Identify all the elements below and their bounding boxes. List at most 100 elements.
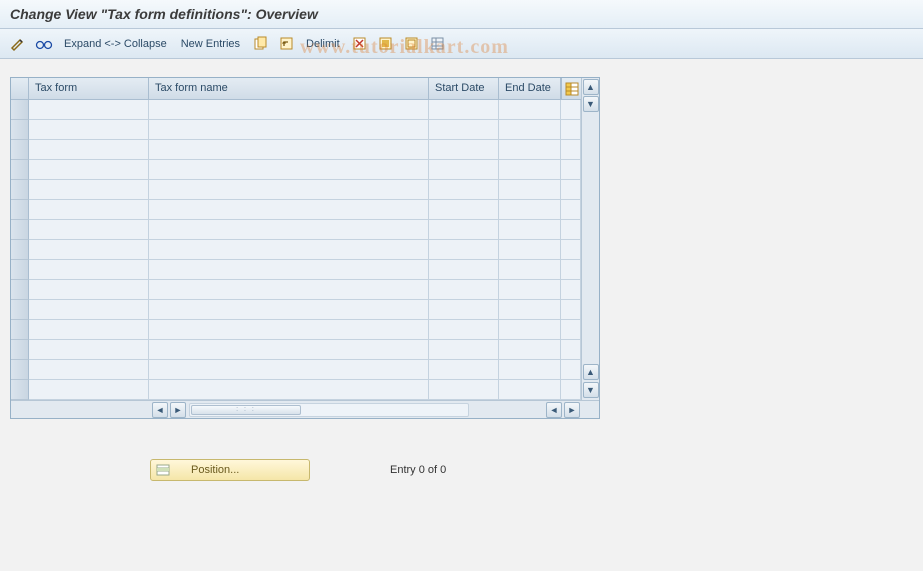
hscroll-thumb[interactable]: : : : <box>191 405 301 415</box>
row-selector[interactable] <box>11 240 29 260</box>
table-cell[interactable] <box>499 200 561 220</box>
table-row[interactable] <box>29 200 581 220</box>
delete-icon[interactable] <box>350 34 370 54</box>
table-row[interactable] <box>29 140 581 160</box>
row-selector[interactable] <box>11 360 29 380</box>
table-row[interactable] <box>29 300 581 320</box>
table-row[interactable] <box>29 360 581 380</box>
table-cell[interactable] <box>499 360 561 380</box>
table-row[interactable] <box>29 160 581 180</box>
scroll-up-icon[interactable]: ▲ <box>583 79 599 95</box>
scroll-right-icon[interactable]: ► <box>564 402 580 418</box>
table-cell[interactable] <box>149 200 429 220</box>
select-all-icon[interactable] <box>376 34 396 54</box>
deselect-all-icon[interactable] <box>402 34 422 54</box>
row-selector[interactable] <box>11 100 29 120</box>
table-cell[interactable] <box>149 140 429 160</box>
table-cell[interactable] <box>29 120 149 140</box>
table-cell[interactable] <box>149 160 429 180</box>
table-cell[interactable] <box>29 320 149 340</box>
row-selector[interactable] <box>11 280 29 300</box>
table-cell[interactable] <box>29 180 149 200</box>
table-cell[interactable] <box>149 180 429 200</box>
row-selector[interactable] <box>11 260 29 280</box>
table-cell[interactable] <box>29 300 149 320</box>
table-cell[interactable] <box>429 120 499 140</box>
glasses-icon[interactable] <box>34 34 54 54</box>
table-row[interactable] <box>29 220 581 240</box>
table-cell[interactable] <box>429 220 499 240</box>
table-cell[interactable] <box>429 100 499 120</box>
table-cell[interactable] <box>149 340 429 360</box>
table-cell[interactable] <box>499 140 561 160</box>
table-cell[interactable] <box>429 180 499 200</box>
table-settings-icon[interactable] <box>561 78 581 100</box>
table-row[interactable] <box>29 280 581 300</box>
table-cell[interactable] <box>499 160 561 180</box>
table-cell[interactable] <box>149 260 429 280</box>
table-cell[interactable] <box>429 340 499 360</box>
table-cell[interactable] <box>429 280 499 300</box>
table-row[interactable] <box>29 180 581 200</box>
hscroll-track[interactable]: : : : <box>189 403 469 417</box>
table-cell[interactable] <box>149 380 429 400</box>
table-cell[interactable] <box>149 100 429 120</box>
table-cell[interactable] <box>499 280 561 300</box>
table-cell[interactable] <box>29 260 149 280</box>
table-cell[interactable] <box>29 160 149 180</box>
row-selector[interactable] <box>11 220 29 240</box>
table-row[interactable] <box>29 240 581 260</box>
table-cell[interactable] <box>29 200 149 220</box>
row-selector[interactable] <box>11 160 29 180</box>
delimit-button[interactable]: Delimit <box>302 38 344 50</box>
table-cell[interactable] <box>499 300 561 320</box>
toggle-edit-icon[interactable] <box>8 34 28 54</box>
col-header-tax-form[interactable]: Tax form <box>29 78 149 100</box>
table-cell[interactable] <box>149 220 429 240</box>
table-row[interactable] <box>29 320 581 340</box>
scroll-left-icon[interactable]: ◄ <box>152 402 168 418</box>
new-entries-button[interactable]: New Entries <box>177 38 244 50</box>
row-selector[interactable] <box>11 140 29 160</box>
row-selector-header[interactable] <box>11 78 29 100</box>
table-row[interactable] <box>29 260 581 280</box>
table-cell[interactable] <box>429 160 499 180</box>
expand-collapse-button[interactable]: Expand <-> Collapse <box>60 38 171 50</box>
table-cell[interactable] <box>149 120 429 140</box>
table-cell[interactable] <box>499 380 561 400</box>
table-cell[interactable] <box>29 380 149 400</box>
table-cell[interactable] <box>429 200 499 220</box>
row-selector[interactable] <box>11 320 29 340</box>
table-cell[interactable] <box>499 100 561 120</box>
col-header-end-date[interactable]: End Date <box>499 78 561 100</box>
table-cell[interactable] <box>499 220 561 240</box>
table-cell[interactable] <box>149 280 429 300</box>
row-selector[interactable] <box>11 300 29 320</box>
table-cell[interactable] <box>29 340 149 360</box>
vertical-scrollbar[interactable]: ▲ ▼ ▲ ▼ <box>581 78 599 400</box>
col-header-start-date[interactable]: Start Date <box>429 78 499 100</box>
table-cell[interactable] <box>429 320 499 340</box>
table-cell[interactable] <box>149 240 429 260</box>
table-cell[interactable] <box>429 140 499 160</box>
row-selector[interactable] <box>11 200 29 220</box>
table-cell[interactable] <box>149 360 429 380</box>
table-cell[interactable] <box>499 340 561 360</box>
row-selector[interactable] <box>11 340 29 360</box>
table-cell[interactable] <box>499 180 561 200</box>
table-cell[interactable] <box>499 240 561 260</box>
table-row[interactable] <box>29 100 581 120</box>
config-table-icon[interactable] <box>428 34 448 54</box>
table-cell[interactable] <box>429 240 499 260</box>
table-cell[interactable] <box>149 320 429 340</box>
table-cell[interactable] <box>149 300 429 320</box>
table-cell[interactable] <box>29 360 149 380</box>
table-cell[interactable] <box>29 100 149 120</box>
scroll-down-step-icon[interactable]: ▼ <box>583 96 599 112</box>
row-selector[interactable] <box>11 120 29 140</box>
table-cell[interactable] <box>429 260 499 280</box>
table-cell[interactable] <box>29 220 149 240</box>
col-header-tax-form-name[interactable]: Tax form name <box>149 78 429 100</box>
table-cell[interactable] <box>499 260 561 280</box>
scroll-down-icon[interactable]: ▼ <box>583 382 599 398</box>
